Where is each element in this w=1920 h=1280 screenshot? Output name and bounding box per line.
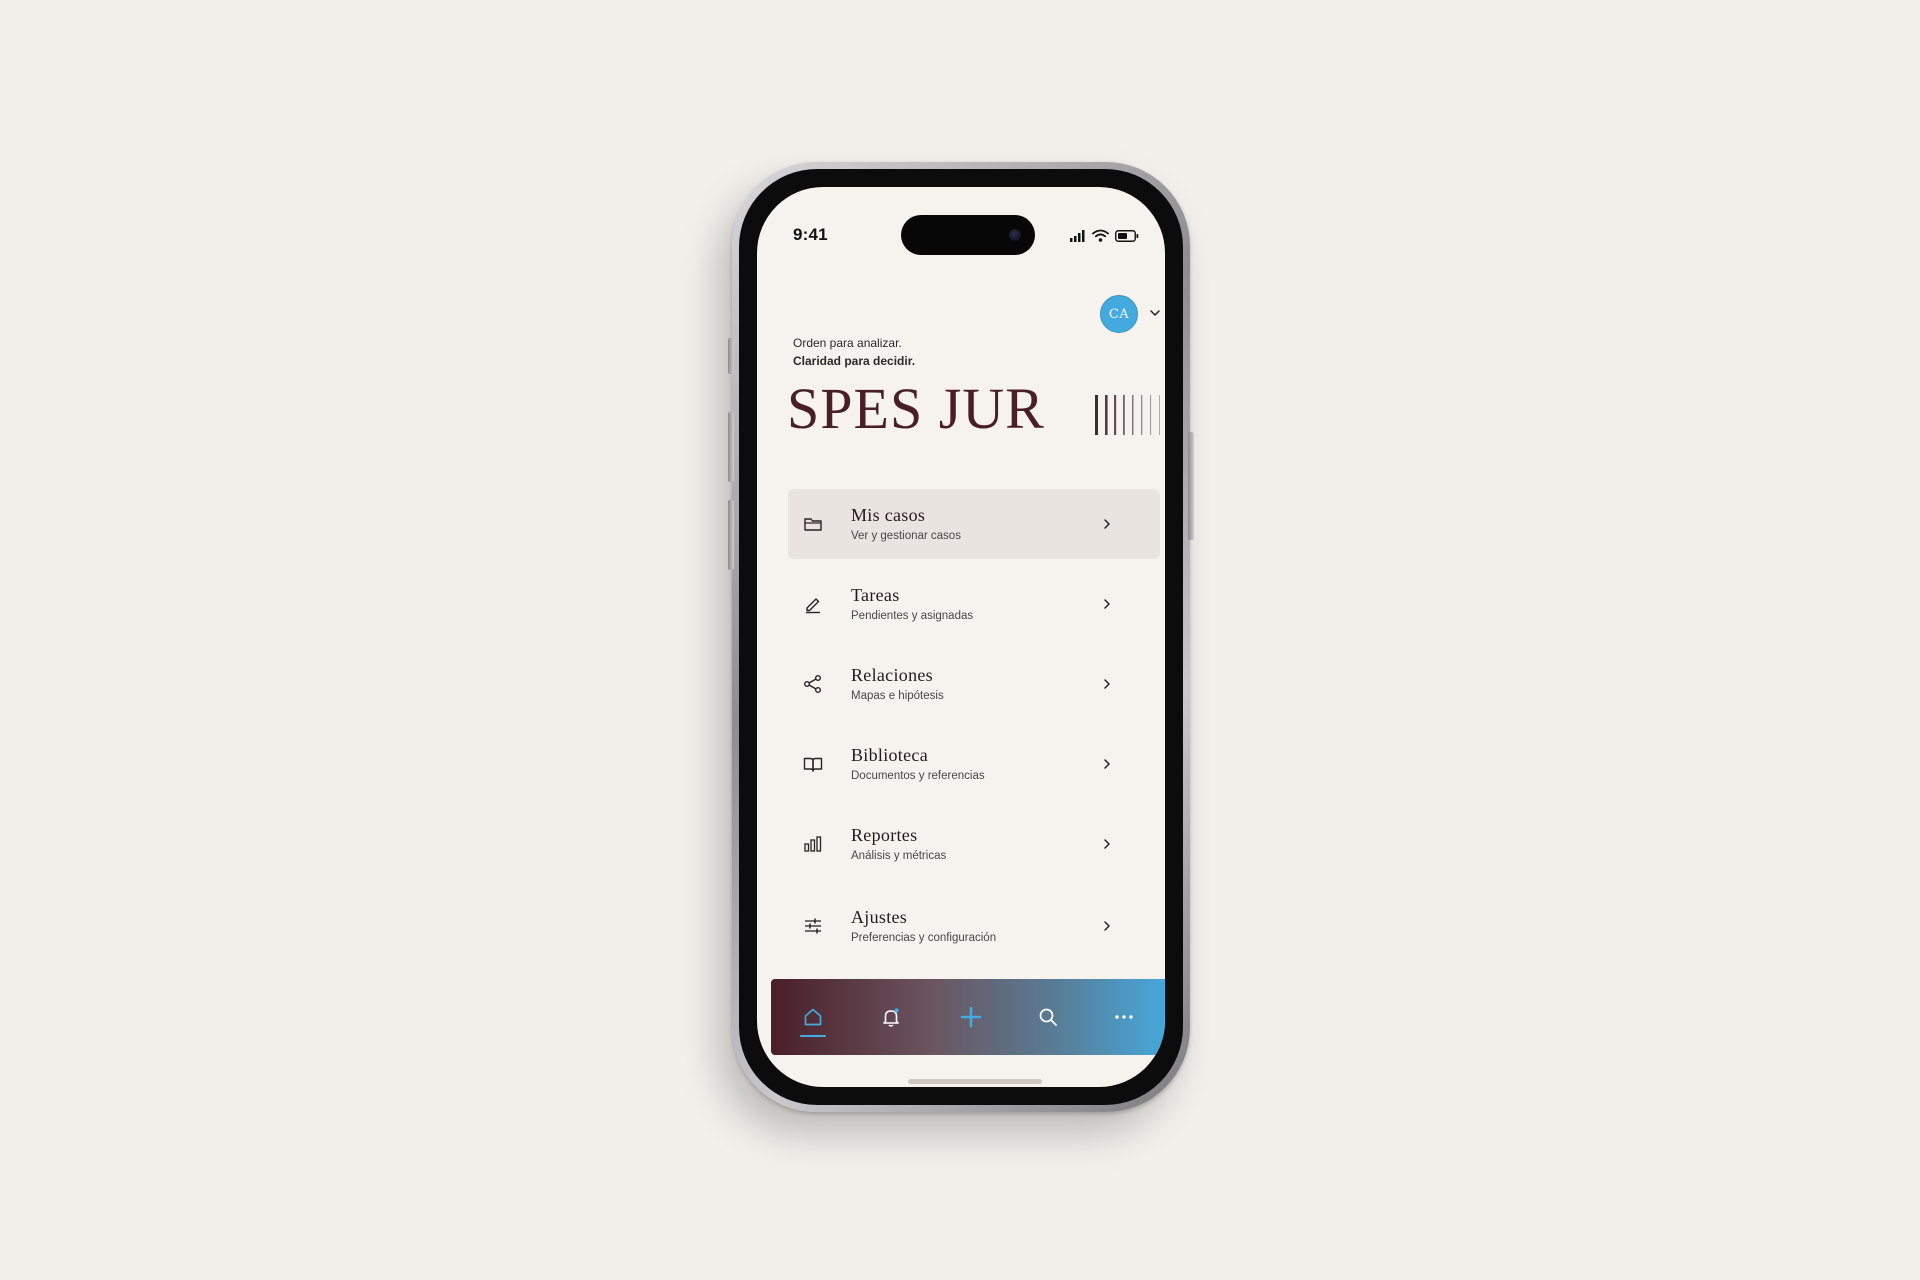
menu-item-title: Reportes [851,825,918,845]
more-icon [1115,1015,1133,1019]
menu-item-subtitle: Ver y gestionar casos [851,530,961,542]
tab-home[interactable] [795,999,831,1035]
avatar[interactable]: CA [1100,295,1138,333]
camera-icon [1009,229,1021,241]
chevron-right-icon [1104,839,1110,849]
tab-search[interactable] [1030,999,1066,1035]
chevron-right-icon [1104,759,1110,769]
tab-notifications[interactable] [873,999,909,1035]
menu-item-title: Mis casos [851,505,926,525]
status-icons [1070,229,1139,242]
menu-item-subtitle: Pendientes y asignadas [851,610,974,622]
bell-icon [883,1008,899,1027]
menu-item-ajustes[interactable]: Ajustes Preferencias y configuración [788,891,1160,961]
tagline-line-1: Orden para analizar. [793,336,902,350]
phone-frame: 9:41 CA Orden para analizar. Claridad pa… [728,162,1194,1112]
menu-item-subtitle: Preferencias y configuración [851,932,997,944]
menu-item-title: Relaciones [851,665,933,685]
wifi-icon [1092,229,1109,242]
home-indicator[interactable] [908,1079,1042,1084]
volume-down-button [728,500,734,570]
sliders-icon [805,918,821,934]
chevron-right-icon [1104,599,1110,609]
menu-item-tareas[interactable]: Tareas Pendientes y asignadas [788,569,1160,639]
chevron-down-icon[interactable] [1148,306,1162,320]
tab-more[interactable] [1106,999,1142,1035]
power-button [1188,432,1194,540]
book-icon [803,757,823,772]
action-button [728,338,734,374]
menu-item-reportes[interactable]: Reportes Análisis y métricas [788,809,1160,879]
chevron-right-icon [1104,921,1110,931]
search-icon [1039,1008,1057,1026]
plus-icon [960,1006,982,1028]
menu-item-title: Biblioteca [851,745,928,765]
menu-item-biblioteca[interactable]: Biblioteca Documentos y referencias [788,729,1160,799]
chevron-right-icon [1104,519,1110,529]
menu-item-title: Ajustes [851,907,908,927]
bottom-tab-bar [771,979,1165,1055]
dynamic-island [901,215,1035,255]
tab-add[interactable] [953,999,989,1035]
bar-chart-icon [804,836,822,852]
tagline: Orden para analizar. Claridad para decid… [793,334,915,370]
brand-lines-logo [1095,395,1160,435]
pencil-icon [806,598,820,614]
active-tab-indicator [800,1035,826,1037]
menu-item-relaciones[interactable]: Relaciones Mapas e hipótesis [788,649,1160,719]
menu-item-subtitle: Mapas e hipótesis [851,690,944,702]
signal-icon [1070,229,1086,242]
menu-item-subtitle: Documentos y referencias [851,770,985,782]
phone-screen: 9:41 CA Orden para analizar. Claridad pa… [757,187,1165,1087]
main-menu: Mis casos Ver y gestionar casos Tareas P… [788,489,1160,971]
chevron-right-icon [1104,679,1110,689]
status-time: 9:41 [793,225,828,244]
folder-icon [804,518,822,531]
home-icon [804,1008,822,1026]
tagline-line-2: Claridad para decidir. [793,354,916,368]
menu-item-subtitle: Análisis y métricas [851,850,947,862]
brand-wordmark: SPES JUR [787,376,1045,441]
battery-icon [1115,229,1139,242]
share-icon [804,675,821,693]
menu-item-mis-casos[interactable]: Mis casos Ver y gestionar casos [788,489,1160,559]
volume-up-button [728,412,734,482]
phone-bezel: 9:41 CA Orden para analizar. Claridad pa… [739,169,1183,1105]
menu-item-title: Tareas [851,585,900,605]
